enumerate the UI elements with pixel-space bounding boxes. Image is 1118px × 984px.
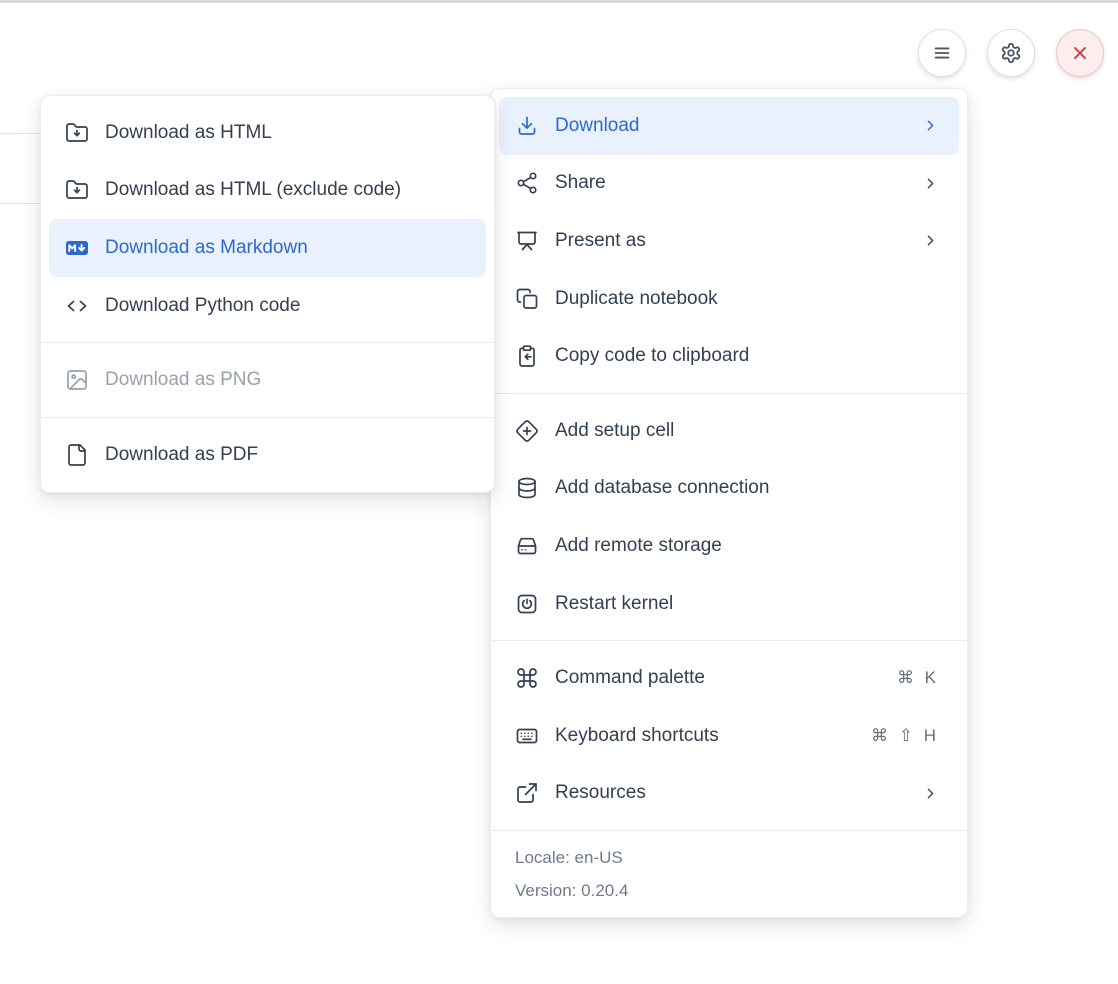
menu-item-share[interactable]: Share (499, 155, 959, 213)
power-icon (515, 592, 539, 616)
hamburger-icon (931, 42, 953, 64)
menu-item-label: Share (555, 172, 922, 194)
menu-item-download-python-code[interactable]: Download Python code (49, 277, 486, 335)
menu-item-download-as-markdown[interactable]: Download as Markdown (49, 219, 486, 277)
shortcut-hint: ⌘ ⇧ H (871, 726, 939, 746)
folder-download-icon (65, 121, 89, 145)
share-icon (515, 171, 539, 195)
menu-item-label: Download (555, 115, 922, 137)
keyboard-icon (515, 724, 539, 748)
menu-group: Download as HTML Download as HTML (exclud… (41, 96, 494, 342)
notebook-menu-groups: Download Share Present as Duplicate noteboo… (491, 89, 967, 830)
menu-item-label: Present as (555, 230, 922, 252)
image-icon (65, 368, 89, 392)
version-text: Version: 0.20.4 (515, 874, 943, 907)
presentation-icon (515, 229, 539, 253)
chevron-right-icon (922, 175, 939, 192)
menu-item-present-as[interactable]: Present as (499, 212, 959, 270)
menu-item-label: Add database connection (555, 477, 939, 499)
menu-item-label: Download as HTML (exclude code) (105, 179, 466, 201)
menu-item-label: Restart kernel (555, 593, 939, 615)
menu-item-label: Copy code to clipboard (555, 345, 939, 367)
code-icon (65, 294, 89, 318)
menu-item-label: Keyboard shortcuts (555, 725, 871, 747)
menu-item-download-as-png: Download as PNG (49, 351, 486, 409)
menu-item-label: Add setup cell (555, 420, 939, 442)
chevron-right-icon (922, 785, 939, 802)
menu-item-label: Duplicate notebook (555, 288, 939, 310)
menu-item-label: Download as Markdown (105, 237, 466, 259)
menu-item-label: Download as HTML (105, 122, 466, 144)
menu-item-copy-code-to-clipboard[interactable]: Copy code to clipboard (499, 327, 959, 385)
chevron-right-icon (922, 117, 939, 134)
menu-item-label: Download Python code (105, 295, 466, 317)
locale-text: Locale: en-US (515, 841, 943, 874)
menu-item-label: Add remote storage (555, 535, 939, 557)
page-edge-line (0, 203, 41, 204)
menu-item-keyboard-shortcuts[interactable]: Keyboard shortcuts⌘ ⇧ H (499, 707, 959, 765)
shutdown-button[interactable] (1056, 29, 1104, 77)
floating-toolbar (918, 29, 1104, 77)
menu-item-command-palette[interactable]: Command palette⌘ K (499, 649, 959, 707)
clipboard-arrow-icon (515, 344, 539, 368)
file-icon (65, 443, 89, 467)
chevron-right-icon (922, 232, 939, 249)
menu-group: Download as PNG (41, 343, 494, 417)
menu-item-add-setup-cell[interactable]: Add setup cell (499, 402, 959, 460)
notebook-menu-panel: Download Share Present as Duplicate noteboo… (490, 88, 968, 918)
folder-download-icon (65, 178, 89, 202)
menu-item-download[interactable]: Download (499, 97, 959, 155)
menu-group: Download Share Present as Duplicate noteboo… (491, 89, 967, 393)
menu-item-add-database-connection[interactable]: Add database connection (499, 460, 959, 518)
menu-item-download-as-html[interactable]: Download as HTML (49, 104, 486, 162)
menu-item-label: Download as PNG (105, 369, 466, 391)
download-submenu-panel: Download as HTML Download as HTML (exclud… (40, 95, 495, 493)
notebook-menu-button[interactable] (918, 29, 966, 77)
markdown-icon (65, 236, 89, 260)
menu-item-label: Download as PDF (105, 444, 466, 466)
menu-item-restart-kernel[interactable]: Restart kernel (499, 575, 959, 633)
external-link-icon (515, 781, 539, 805)
menu-group: Download as PDF (41, 418, 494, 492)
menu-item-label: Resources (555, 782, 922, 804)
diamond-plus-icon (515, 419, 539, 443)
menu-group: Add setup cell Add database connection Add… (491, 394, 967, 640)
menu-footer: Locale: en-US Version: 0.20.4 (491, 830, 967, 917)
settings-button[interactable] (987, 29, 1035, 77)
close-icon (1069, 42, 1091, 64)
page-edge-line (0, 133, 41, 134)
menu-item-download-as-pdf[interactable]: Download as PDF (49, 426, 486, 484)
page-top-border (0, 0, 1118, 3)
gear-icon (1000, 42, 1022, 64)
command-icon (515, 666, 539, 690)
download-icon (515, 114, 539, 138)
menu-item-duplicate-notebook[interactable]: Duplicate notebook (499, 270, 959, 328)
shortcut-hint: ⌘ K (897, 668, 939, 688)
copy-icon (515, 287, 539, 311)
menu-item-download-as-html-exclude-code[interactable]: Download as HTML (exclude code) (49, 162, 486, 220)
database-icon (515, 476, 539, 500)
menu-item-resources[interactable]: Resources (499, 765, 959, 823)
menu-item-label: Command palette (555, 667, 897, 689)
storage-drive-icon (515, 534, 539, 558)
menu-item-add-remote-storage[interactable]: Add remote storage (499, 517, 959, 575)
menu-group: Command palette⌘ KKeyboard shortcuts⌘ ⇧ … (491, 641, 967, 830)
